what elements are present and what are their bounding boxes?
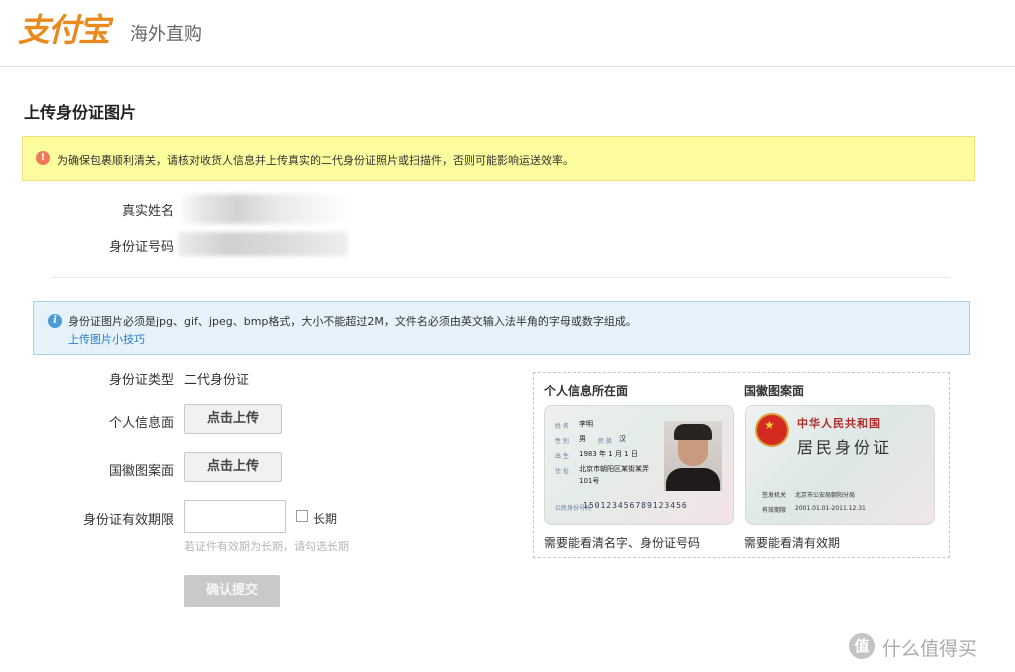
card-valid-label: 有效期限 [762,507,787,514]
emblem-side-label: 国徽图案面 [108,464,174,479]
back-sample-caption: 需要能看清有效期 [744,536,841,550]
card-issuer: 北京市公安局朝阳分局 [795,492,856,499]
info-icon: i [48,314,62,328]
emblem-star-icon: ★ [764,418,775,432]
id-number-value-redacted [178,232,348,256]
card-address-line2: 101号 [579,477,600,485]
validity-date-input[interactable] [184,500,286,533]
exclamation-icon: ! [36,151,50,165]
watermark-text: 什么值得买 [882,638,978,660]
validity-hint: 若证件有效期为长期，请勾选长期 [184,540,349,553]
personal-side-label: 个人信息面 [108,416,174,431]
card-name: 李明 [579,420,593,428]
section-divider [52,277,950,278]
card-birth: 1983 年 1 月 1 日 [579,450,638,458]
card-id-number: 150123456789123456 [583,501,688,510]
card-ethnic-label: 民 族 [598,438,612,445]
card-sex: 男 [579,435,586,443]
real-name-label: 真实姓名 [121,204,174,219]
card-birth-label: 出 生 [555,453,569,460]
card-valid: 2001.01.01-2011.12.31 [795,505,866,512]
back-sample-title: 国徽图案面 [744,384,805,398]
card-sex-label: 性 别 [555,438,569,445]
upload-personal-side-button[interactable]: 点击上传 [184,404,282,434]
card-back-title-2: 居民身份证 [797,438,893,457]
card-issuer-label: 签发机关 [762,492,787,499]
logo-subtitle: 海外直购 [130,24,202,45]
portrait-shoulder [666,468,720,491]
logo-text: 支付宝 [18,11,110,49]
warning-text: 为确保包裹顺利清关，请核对收货人信息并上传真实的二代身份证照片或扫描件，否则可能… [57,154,574,167]
upload-emblem-side-button[interactable]: 点击上传 [184,452,282,482]
zhi-icon: 值 [849,633,875,659]
info-text: 身份证图片必须是jpg、gif、jpeg、bmp格式，大小不能超过2M，文件名必… [68,315,637,328]
id-type-value: 二代身份证 [184,373,250,388]
front-sample-title: 个人信息所在面 [544,384,629,398]
card-address-label: 住 址 [555,468,569,475]
id-number-label: 身份证号码 [108,240,174,255]
confirm-submit-button[interactable]: 确认提交 [184,575,280,607]
card-address-line1: 北京市朝阳区某街某弄 [579,465,649,473]
long-term-checkbox[interactable] [296,510,308,522]
upload-tips-link[interactable]: 上传图片小技巧 [68,331,145,347]
long-term-label[interactable]: 长期 [313,510,337,527]
id-type-label: 身份证类型 [108,373,174,388]
validity-label: 身份证有效期限 [82,513,174,528]
card-ethnic: 汉 [619,435,626,443]
real-name-value-redacted [178,194,348,224]
page-title: 上传身份证图片 [24,103,137,122]
portrait-hair [674,424,712,440]
card-back-title-1: 中华人民共和国 [797,417,881,430]
alipay-logo[interactable]: 支付宝 [18,6,110,50]
card-name-label: 姓 名 [555,423,569,430]
front-sample-caption: 需要能看清名字、身份证号码 [544,536,701,550]
